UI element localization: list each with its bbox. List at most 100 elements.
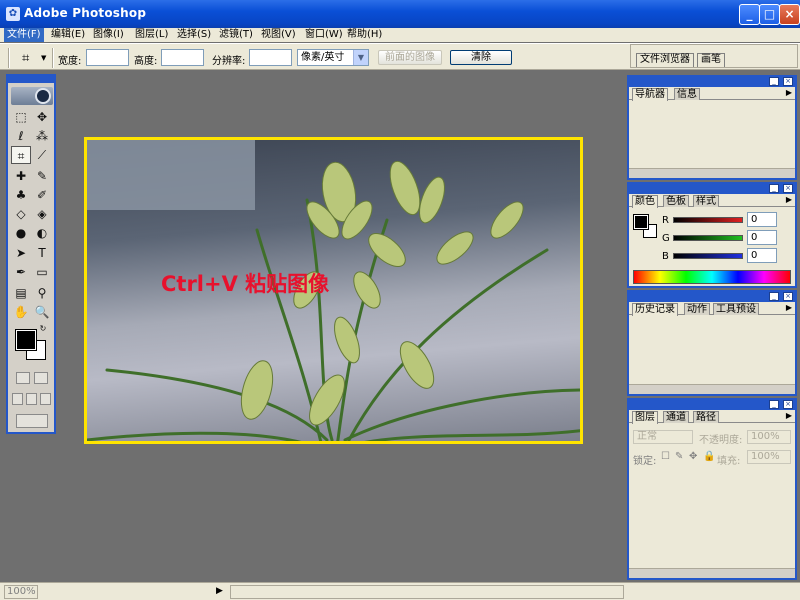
maximize-button[interactable]: □ (759, 4, 780, 25)
tab-channels[interactable]: 通道 (663, 411, 689, 423)
tab-layers[interactable]: 图层 (632, 411, 658, 424)
blur-icon[interactable]: ● (11, 224, 31, 242)
jump-to-imageready-icon[interactable] (16, 414, 48, 428)
minimize-panel-icon[interactable]: _ (769, 400, 779, 409)
tab-navigator[interactable]: 导航器 (632, 88, 668, 101)
menu-select[interactable]: 选择(S) (174, 28, 214, 42)
lock-position-icon[interactable]: ✥ (689, 451, 697, 462)
paint-bucket-icon[interactable]: ◈ (32, 205, 52, 223)
tab-tool-presets[interactable]: 工具预设 (713, 303, 759, 315)
panel-menu-arrow-icon[interactable]: ▶ (786, 88, 792, 97)
width-input[interactable] (86, 49, 129, 66)
panel-title-bar[interactable]: _ × (629, 77, 795, 87)
photoshop-logo[interactable] (11, 87, 53, 105)
close-button[interactable]: × (779, 4, 800, 25)
tab-actions[interactable]: 动作 (684, 303, 710, 315)
brush-icon[interactable]: ✎ (32, 167, 52, 185)
minimize-button[interactable]: _ (739, 4, 760, 25)
marquee-icon[interactable]: ⬚ (11, 108, 31, 126)
color-fg-swatch[interactable] (633, 214, 649, 230)
status-menu-arrow-icon[interactable]: ▶ (216, 586, 223, 596)
screen-mode-standard-icon[interactable] (12, 393, 23, 405)
close-panel-icon[interactable]: × (783, 400, 793, 409)
tab-color[interactable]: 颜色 (632, 195, 658, 208)
zoom-icon[interactable]: 🔍 (32, 303, 52, 321)
notes-icon[interactable]: ▤ (11, 284, 31, 302)
panel-title-bar[interactable]: _ × (629, 184, 795, 194)
crop-tool-icon[interactable]: ⌗ (11, 146, 31, 164)
blue-value[interactable]: 0 (747, 248, 777, 263)
screen-mode-full-menu-icon[interactable] (26, 393, 37, 405)
blue-slider[interactable] (673, 253, 743, 259)
clone-stamp-icon[interactable]: ♣ (11, 186, 31, 204)
panel-menu-arrow-icon[interactable]: ▶ (786, 303, 792, 312)
magic-wand-icon[interactable]: ⁂ (32, 127, 52, 145)
fill-input[interactable]: 100% (747, 450, 791, 464)
eyedropper-icon[interactable]: ⚲ (32, 284, 52, 302)
panel-title-bar[interactable]: _ × (629, 292, 795, 302)
panel-title-bar[interactable]: _ × (629, 400, 795, 410)
file-browser-tab[interactable]: 文件浏览器 (636, 53, 694, 67)
menu-file[interactable]: 文件(F) (4, 28, 44, 42)
document-canvas[interactable]: Ctrl+V 粘贴图像 (84, 137, 583, 444)
dodge-icon[interactable]: ◐ (32, 224, 52, 242)
menu-edit[interactable]: 编辑(E) (48, 28, 88, 42)
tab-styles[interactable]: 样式 (693, 195, 719, 207)
brushes-tab[interactable]: 画笔 (697, 53, 725, 67)
menu-help[interactable]: 帮助(H) (344, 28, 385, 42)
tab-swatches[interactable]: 色板 (663, 195, 689, 207)
slice-icon[interactable]: ⟋ (32, 146, 52, 164)
tab-paths[interactable]: 路径 (693, 411, 719, 423)
minimize-panel-icon[interactable]: _ (769, 77, 779, 86)
tool-preset-chevron-down-icon[interactable]: ▼ (41, 54, 46, 62)
shape-icon[interactable]: ▭ (32, 263, 52, 281)
tab-history[interactable]: 历史记录 (632, 303, 678, 316)
toolbox-title-bar[interactable] (8, 76, 54, 83)
close-panel-icon[interactable]: × (783, 184, 793, 193)
navigator-zoom-slider[interactable] (629, 168, 795, 178)
green-value[interactable]: 0 (747, 230, 777, 245)
quick-mask-icon[interactable] (34, 372, 48, 384)
lock-all-icon[interactable]: 🔒 (703, 451, 715, 462)
tab-info[interactable]: 信息 (674, 88, 700, 100)
path-selection-icon[interactable]: ➤ (11, 244, 31, 262)
minimize-panel-icon[interactable]: _ (769, 184, 779, 193)
resolution-input[interactable] (249, 49, 292, 66)
pen-icon[interactable]: ✒ (11, 263, 31, 281)
screen-mode-full-icon[interactable] (40, 393, 51, 405)
menu-image[interactable]: 图像(I) (90, 28, 127, 42)
front-image-button[interactable]: 前面的图像 (378, 50, 442, 65)
green-slider[interactable] (673, 235, 743, 241)
height-input[interactable] (161, 49, 204, 66)
crop-icon[interactable]: ⌗ (22, 52, 38, 66)
menu-filter[interactable]: 滤镜(T) (216, 28, 256, 42)
swap-colors-icon[interactable]: ↻ (37, 324, 49, 334)
clear-button[interactable]: 清除 (450, 50, 512, 65)
red-value[interactable]: 0 (747, 212, 777, 227)
close-panel-icon[interactable]: × (783, 77, 793, 86)
lock-image-icon[interactable]: ✎ (675, 451, 683, 462)
close-panel-icon[interactable]: × (783, 292, 793, 301)
zoom-level-field[interactable]: 100% (4, 585, 38, 599)
eraser-icon[interactable]: ◇ (11, 205, 31, 223)
menu-window[interactable]: 窗口(W) (302, 28, 346, 42)
type-icon[interactable]: T (32, 244, 52, 262)
minimize-panel-icon[interactable]: _ (769, 292, 779, 301)
red-slider[interactable] (673, 217, 743, 223)
standard-mode-icon[interactable] (16, 372, 30, 384)
menu-view[interactable]: 视图(V) (258, 28, 299, 42)
lock-transparency-icon[interactable]: ☐ (661, 451, 670, 462)
lasso-icon[interactable]: ℓ (11, 127, 31, 145)
foreground-color-swatch[interactable] (15, 329, 37, 351)
panel-menu-arrow-icon[interactable]: ▶ (786, 411, 792, 420)
resolution-unit-select[interactable]: 像素/英寸 ▼ (297, 49, 369, 66)
healing-brush-icon[interactable]: ✚ (11, 167, 31, 185)
blend-mode-select[interactable]: 正常 (633, 430, 693, 444)
hand-icon[interactable]: ✋ (11, 303, 31, 321)
opacity-input[interactable]: 100% (747, 430, 791, 444)
color-spectrum-bar[interactable] (633, 270, 791, 284)
history-brush-icon[interactable]: ✐ (32, 186, 52, 204)
panel-menu-arrow-icon[interactable]: ▶ (786, 195, 792, 204)
menu-layer[interactable]: 图层(L) (132, 28, 171, 42)
move-icon[interactable]: ✥ (32, 108, 52, 126)
